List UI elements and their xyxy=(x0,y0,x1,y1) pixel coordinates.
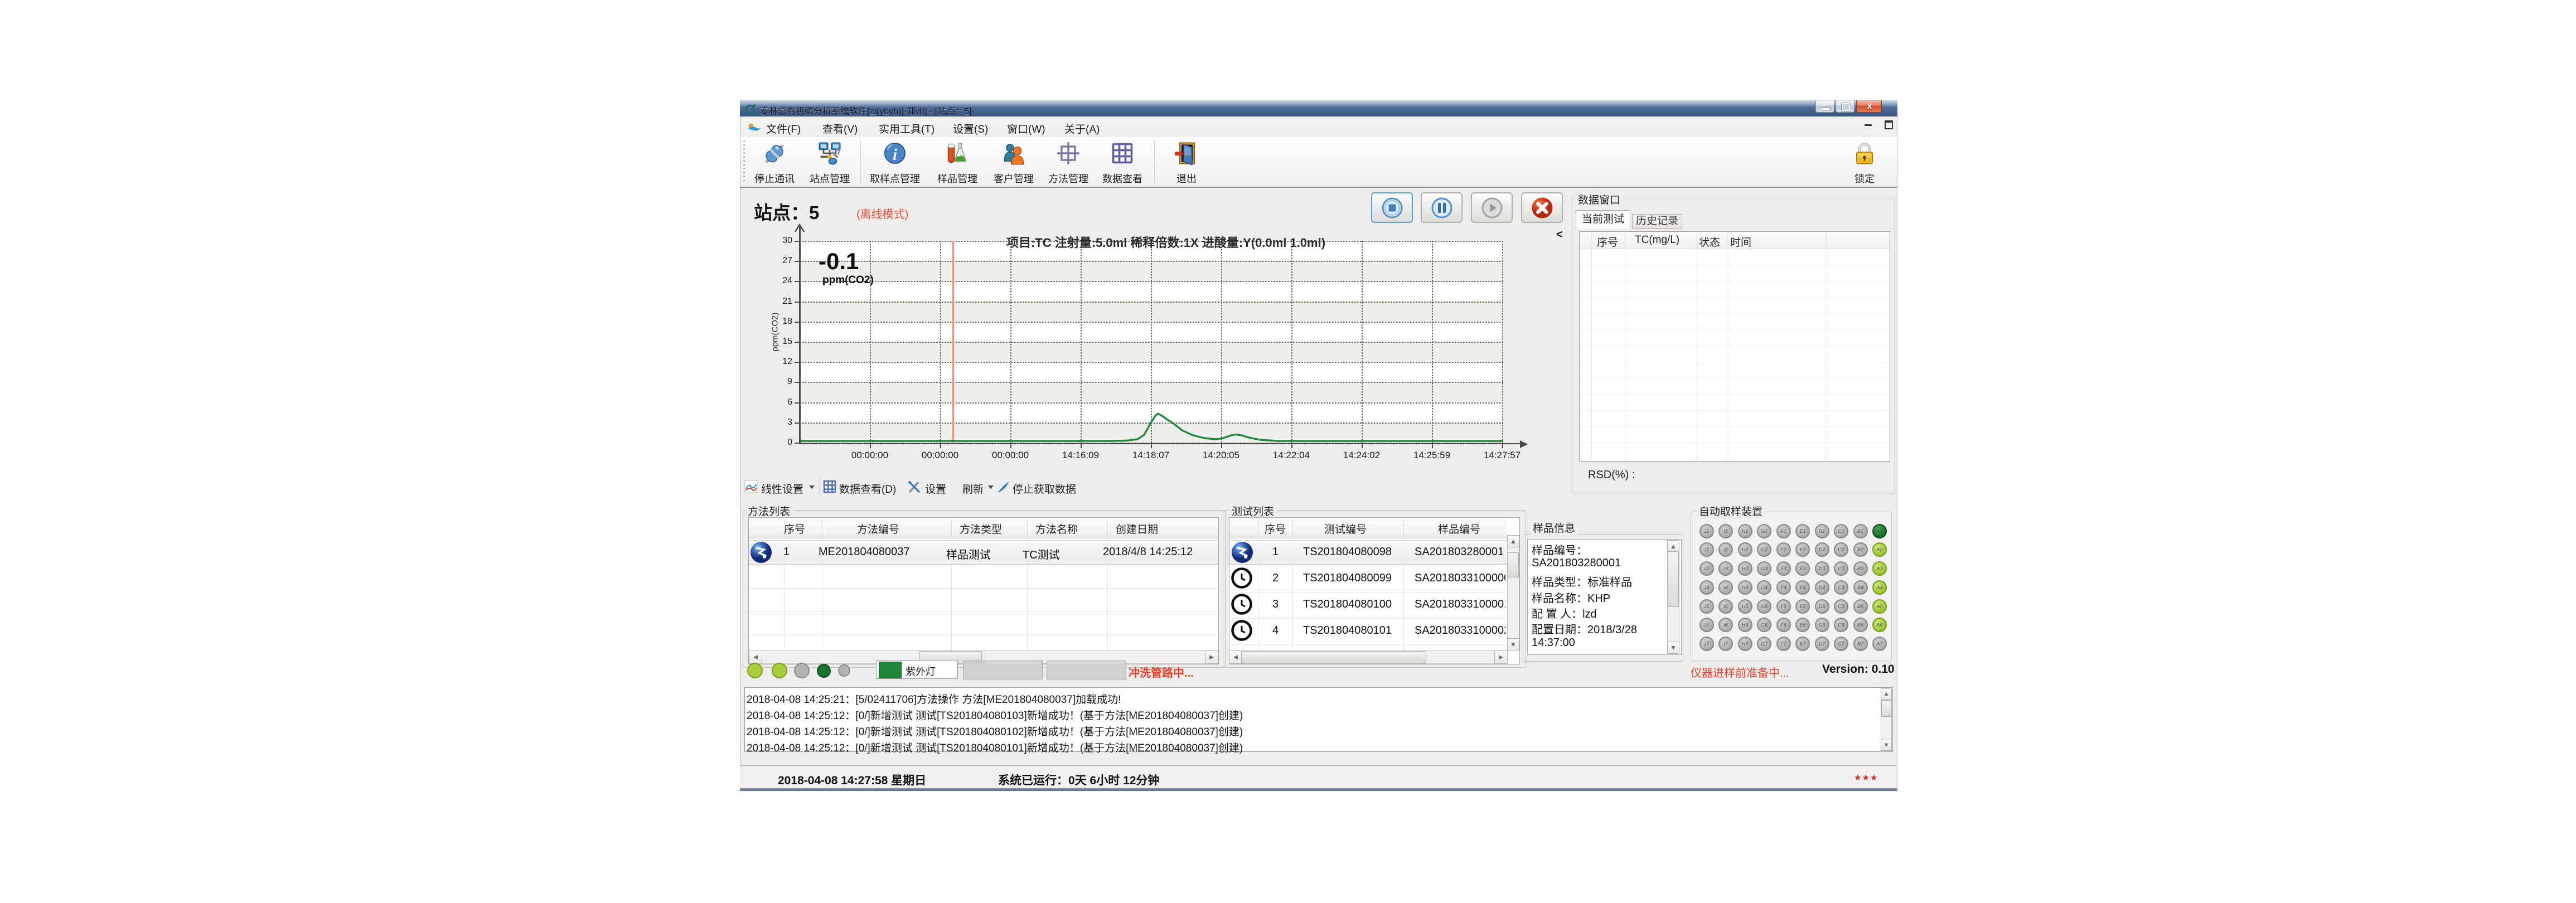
svg-text:i: i xyxy=(893,146,898,164)
